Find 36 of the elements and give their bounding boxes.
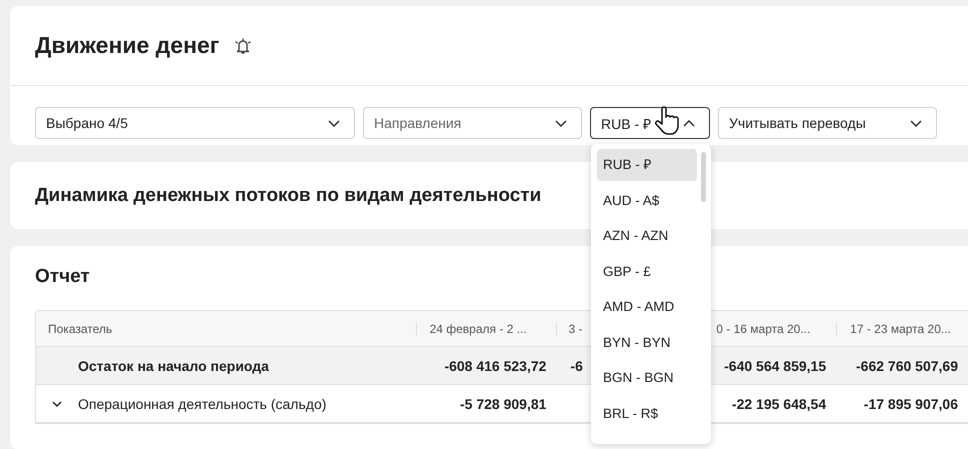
bell-icon [233,36,254,56]
column-header[interactable]: 3 - [568,322,582,336]
menu-option[interactable]: GBP - £ [597,256,697,288]
table-cell: -662 760 507,69 [856,358,958,374]
chevron-up-icon [683,120,695,126]
select-field[interactable]: Выбрано 4/5 [35,107,355,139]
table-cell: -6 [570,358,583,374]
column-header[interactable]: 24 февраля - 2 ... [430,322,527,336]
menu-option[interactable]: RUB - ₽ [597,149,697,181]
row-label: Операционная деятельность (сальдо) [78,396,326,412]
menu-option[interactable]: AMD - AMD [597,291,697,323]
scrollbar[interactable] [701,152,706,202]
section-title: Динамика денежных потоков по видам деятельности [35,184,542,207]
chevron-down-icon [555,120,567,126]
table-cell: -22 195 648,54 [732,396,826,412]
table-cell: -640 564 859,15 [724,358,826,374]
chevron-icon[interactable] [52,398,62,409]
table-cell: -5 728 909,81 [460,396,546,412]
section-title: Отчет [35,266,90,288]
chevron-down-icon [910,120,922,126]
chevron-down-icon [328,120,340,126]
column-header[interactable]: 17 - 23 марта 20... [850,322,951,336]
select-field[interactable]: Учитывать переводы [718,107,937,139]
select-field[interactable]: Направления [363,107,582,139]
row-label: Остаток на начало периода [78,358,269,374]
menu-option[interactable]: BYN - BYN [597,326,697,358]
hand-cursor-icon [653,106,679,136]
column-header[interactable]: 0 - 16 марта 20... [716,322,810,336]
table-cell: -608 416 523,72 [444,358,546,374]
column-header[interactable]: Показатель [48,322,112,336]
menu-option[interactable]: BGN - BGN [597,362,697,394]
page-title: Движение денег [35,32,220,59]
menu-option[interactable]: BRL - R$ [597,398,697,430]
table-cell: -17 895 907,06 [864,396,958,412]
menu-option[interactable]: AUD - A$ [597,184,697,216]
menu-option[interactable]: AZN - AZN [597,220,697,252]
